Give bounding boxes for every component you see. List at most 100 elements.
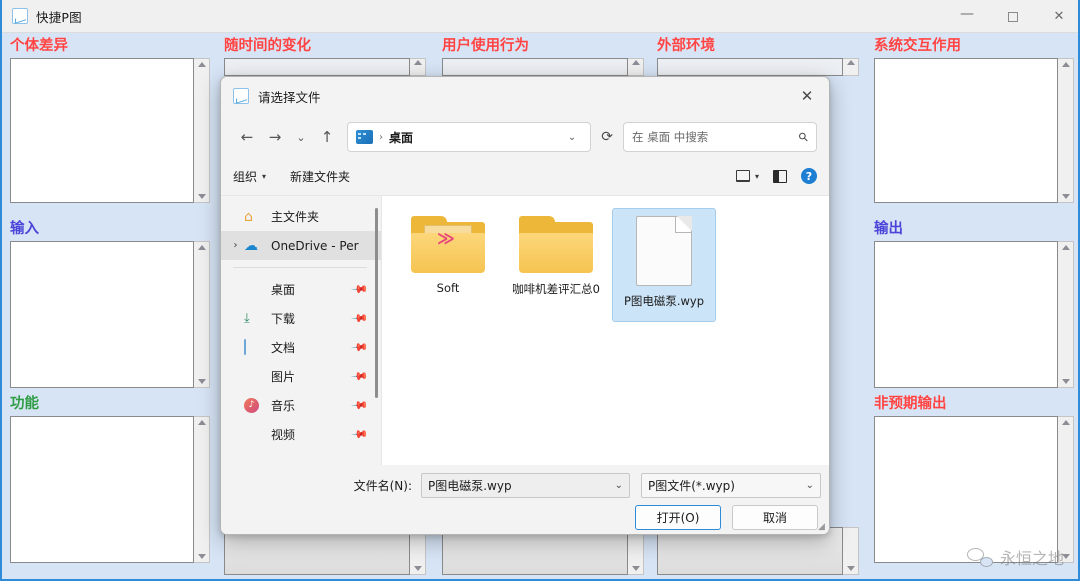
panel-listbox[interactable]	[224, 58, 410, 76]
sidebar-item-onedrive[interactable]: › ☁ OneDrive - Per	[221, 231, 381, 260]
panel-label: 随时间的变化	[224, 38, 311, 54]
panel-scrollbar[interactable]	[843, 58, 859, 76]
app-titlebar: 快捷P图 — ✕	[2, 0, 1078, 33]
panel-scrollbar[interactable]	[194, 241, 210, 388]
scroll-up-icon[interactable]	[846, 60, 855, 65]
sidebar-item-label: 图片	[271, 370, 296, 384]
search-box[interactable]: 在 桌面 中搜索 ⚲	[623, 122, 817, 152]
scroll-up-icon[interactable]	[631, 60, 640, 65]
panel-system-interaction: 系统交互作用	[874, 38, 1074, 203]
maximize-button[interactable]	[990, 0, 1036, 33]
scroll-down-icon[interactable]	[1061, 379, 1070, 384]
panel-scrollbar[interactable]	[843, 527, 859, 575]
panel-listbox[interactable]	[874, 241, 1058, 388]
preview-pane-icon[interactable]	[773, 169, 787, 183]
scroll-up-icon[interactable]	[1061, 420, 1070, 425]
scroll-up-icon[interactable]	[1061, 62, 1070, 67]
scroll-down-icon[interactable]	[197, 379, 206, 384]
panel-listbox[interactable]	[10, 58, 194, 203]
panel-scrollbar[interactable]	[1058, 58, 1074, 203]
pin-icon[interactable]: 📌	[351, 280, 370, 299]
scroll-down-icon[interactable]	[197, 554, 206, 559]
panel-scrollbar[interactable]	[1058, 416, 1074, 563]
file-tile-folder-soft[interactable]: ≫ Soft	[396, 208, 500, 322]
panel-label: 个体差异	[10, 38, 68, 54]
sidebar-item-home[interactable]: ⌂ 主文件夹	[221, 202, 381, 231]
panel-output: 输出	[874, 221, 1074, 388]
filename-input[interactable]: P图电磁泵.wyp ⌄	[421, 472, 630, 498]
folder-icon: ≫	[411, 216, 485, 274]
help-icon[interactable]: ?	[801, 168, 817, 184]
panel-label: 输出	[874, 221, 903, 237]
open-button[interactable]: 打开(O)	[635, 505, 721, 530]
scroll-up-icon[interactable]	[197, 245, 206, 250]
chevron-down-icon[interactable]: ⌄	[806, 480, 814, 491]
dialog-close-button[interactable]: ✕	[785, 77, 829, 115]
pin-icon[interactable]: 📌	[351, 396, 370, 415]
panel-function: 功能	[10, 396, 210, 563]
scroll-down-icon[interactable]	[197, 194, 206, 199]
pin-icon[interactable]: 📌	[351, 309, 370, 328]
chevron-down-icon[interactable]: ⌄	[562, 132, 582, 143]
scroll-down-icon[interactable]	[1061, 194, 1070, 199]
organize-button[interactable]: 组织 ▾	[233, 168, 266, 185]
resize-grip[interactable]: ◢	[818, 522, 828, 532]
file-tile-folder-coffee[interactable]: 咖啡机差评汇总0	[504, 208, 608, 322]
sidebar-scrollbar[interactable]	[375, 208, 378, 398]
pin-icon[interactable]: 📌	[351, 338, 370, 357]
chart-icon	[233, 88, 249, 104]
back-button[interactable]: ←	[233, 123, 261, 151]
scroll-down-icon[interactable]	[846, 566, 855, 571]
address-bar[interactable]: › 桌面 ⌄	[347, 122, 592, 152]
panel-listbox[interactable]	[442, 58, 628, 76]
panel-listbox[interactable]	[10, 416, 194, 563]
close-button[interactable]: ✕	[1036, 0, 1078, 33]
chevron-down-icon[interactable]: ⌄	[615, 480, 623, 491]
scroll-down-icon[interactable]	[1061, 554, 1070, 559]
panel-body	[874, 58, 1074, 203]
panel-listbox[interactable]	[874, 416, 1058, 563]
recent-locations-button[interactable]: ⌄	[289, 123, 313, 151]
sidebar-item-documents[interactable]: 文档 📌	[221, 333, 381, 362]
cancel-button[interactable]: 取消	[732, 505, 818, 530]
window-controls: — ✕	[944, 0, 1078, 33]
panel-listbox[interactable]	[874, 58, 1058, 203]
scroll-down-icon[interactable]	[631, 566, 640, 571]
file-type-filter-select[interactable]: P图文件(*.wyp) ⌄	[641, 472, 821, 498]
file-tile-wyp-document[interactable]: P图电磁泵.wyp	[612, 208, 716, 322]
scroll-up-icon[interactable]	[413, 60, 422, 65]
sidebar-item-downloads[interactable]: ⤓ 下载 📌	[221, 304, 381, 333]
scroll-up-icon[interactable]	[197, 420, 206, 425]
panel-scrollbar[interactable]	[410, 58, 426, 76]
panel-listbox[interactable]	[10, 241, 194, 388]
organize-label: 组织	[233, 169, 258, 184]
scroll-down-icon[interactable]	[413, 566, 422, 571]
sidebar-item-pictures[interactable]: 图片 📌	[221, 362, 381, 391]
search-input[interactable]: 在 桌面 中搜索	[632, 129, 799, 145]
panel-scrollbar[interactable]	[194, 58, 210, 203]
download-icon: ⤓	[244, 310, 250, 326]
panel-listbox[interactable]	[657, 58, 843, 76]
sidebar-item-desktop[interactable]: 桌面 📌	[221, 275, 381, 304]
new-folder-button[interactable]: 新建文件夹	[290, 168, 350, 185]
up-button[interactable]: ↑	[313, 123, 341, 151]
pin-icon[interactable]: 📌	[351, 425, 370, 444]
refresh-icon[interactable]: ⟳	[599, 129, 613, 145]
panel-scrollbar[interactable]	[628, 58, 644, 76]
chevron-right-icon[interactable]: ›	[227, 240, 244, 251]
file-list-view[interactable]: ≫ Soft 咖啡机差评汇总0 P图电磁泵.wyp	[381, 196, 829, 467]
document-icon	[244, 338, 264, 356]
pin-icon[interactable]: 📌	[351, 367, 370, 386]
scroll-up-icon[interactable]	[197, 62, 206, 67]
panel-scrollbar[interactable]	[194, 416, 210, 563]
panel-scrollbar[interactable]	[1058, 241, 1074, 388]
sidebar-item-videos[interactable]: 视频 📌	[221, 420, 381, 449]
minimize-button[interactable]: —	[944, 0, 990, 33]
scroll-up-icon[interactable]	[1061, 245, 1070, 250]
sidebar-item-music[interactable]: ♪ 音乐 📌	[221, 391, 381, 420]
forward-button[interactable]: →	[261, 123, 289, 151]
view-options-button[interactable]: ▾	[735, 170, 759, 182]
chevron-down-icon: ▾	[754, 171, 759, 181]
breadcrumb-current[interactable]: 桌面	[389, 129, 413, 146]
home-icon: ⌂	[244, 208, 253, 225]
